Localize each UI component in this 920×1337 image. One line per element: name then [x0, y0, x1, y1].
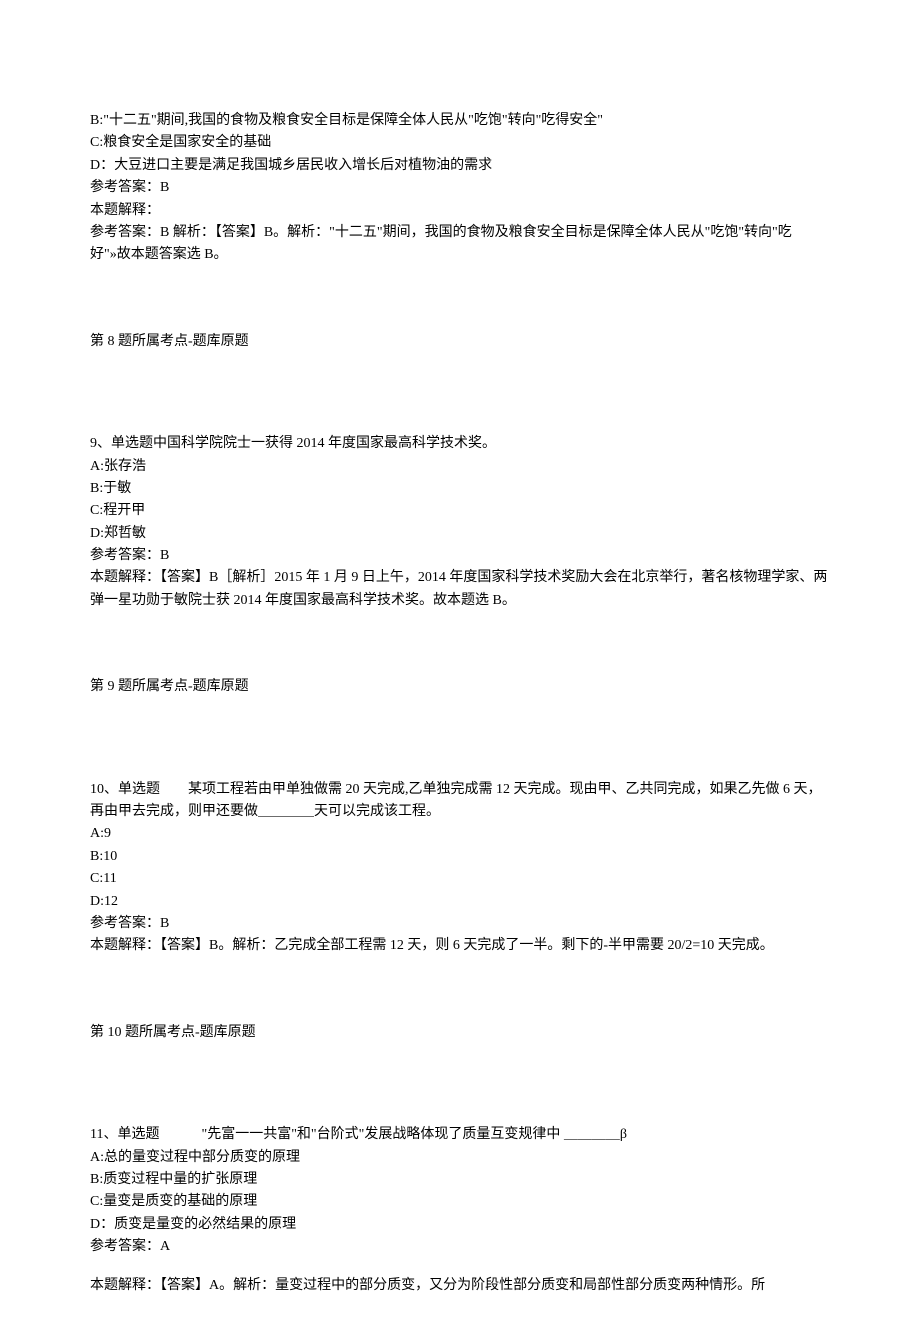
q11-stem: 11、单选题 "先富一一共富"和"台阶式"发展战略体现了质量互变规律中 ＿＿＿＿… [90, 1124, 830, 1146]
q9-topic-line: 第 9 题所属考点-题库原题 [90, 676, 830, 698]
q8-topic-line: 第 8 题所属考点-题库原题 [90, 331, 830, 353]
q10-option-b: B:10 [90, 846, 830, 868]
q9-option-d: D:郑哲敏 [90, 523, 830, 545]
q10-option-a: A:9 [90, 823, 830, 845]
q9-answer: 参考答案：B [90, 545, 830, 567]
q11-option-b: B:质变过程中量的扩张原理 [90, 1169, 830, 1191]
q10-answer: 参考答案：B [90, 913, 830, 935]
q11-answer: 参考答案：A [90, 1236, 830, 1258]
q9-explanation: 本题解释：【答案】B［解析］2015 年 1 月 9 日上午，2014 年度国家… [90, 567, 830, 612]
q10-stem: 10、单选题 某项工程若由甲单独做需 20 天完成,乙单独完成需 12 天完成。… [90, 779, 830, 824]
q10-option-d: D:12 [90, 891, 830, 913]
q7-option-b: B:"十二五"期间,我国的食物及粮食安全目标是保障全体人民从"吃饱"转向"吃得安… [90, 110, 830, 132]
q9-option-a: A:张存浩 [90, 456, 830, 478]
q7-explanation: 参考答案：B 解析：【答案】B。解析："十二五"期间，我国的食物及粮食安全目标是… [90, 222, 830, 267]
q10-option-c: C:11 [90, 868, 830, 890]
document-page: B:"十二五"期间,我国的食物及粮食安全目标是保障全体人民从"吃饱"转向"吃得安… [0, 0, 920, 1337]
q7-explanation-label: 本题解释： [90, 200, 830, 222]
q7-answer: 参考答案：B [90, 177, 830, 199]
q11-explanation: 本题解释：【答案】A。解析：量变过程中的部分质变，又分为阶段性部分质变和局部性部… [90, 1275, 830, 1297]
q7-option-d: D：大豆进口主要是满足我国城乡居民收入增长后对植物油的需求 [90, 155, 830, 177]
q9-stem: 9、单选题中国科学院院士一获得 2014 年度国家最高科学技术奖。 [90, 433, 830, 455]
q10-topic-line: 第 10 题所属考点-题库原题 [90, 1022, 830, 1044]
q11-option-a: A:总的量变过程中部分质变的原理 [90, 1147, 830, 1169]
q10-explanation: 本题解释：【答案】B。解析：乙完成全部工程需 12 天，则 6 天完成了一半。剩… [90, 935, 830, 957]
q9-option-b: B:于敏 [90, 478, 830, 500]
q9-option-c: C:程开甲 [90, 500, 830, 522]
q11-option-c: C:量变是质变的基础的原理 [90, 1191, 830, 1213]
q11-option-d: D：质变是量变的必然结果的原理 [90, 1214, 830, 1236]
q7-option-c: C:粮食安全是国家安全的基础 [90, 132, 830, 154]
